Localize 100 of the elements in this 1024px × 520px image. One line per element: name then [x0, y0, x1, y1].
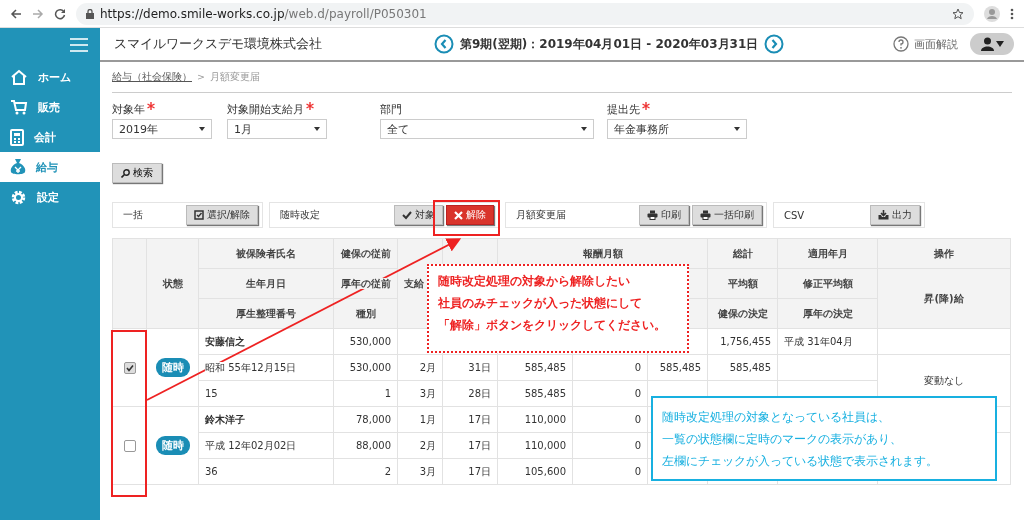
required-icon: [642, 102, 650, 110]
action-button[interactable]: 出力: [870, 205, 920, 225]
sidebar-item[interactable]: 給与: [0, 152, 100, 182]
table-cell: 15: [205, 388, 218, 399]
table-cell: 昭和 55年12月15日: [205, 361, 297, 373]
table-cell: 0: [634, 466, 641, 477]
dropdown-field[interactable]: 年金事務所: [607, 119, 747, 139]
home-icon: [10, 69, 28, 85]
next-icon[interactable]: [764, 34, 785, 54]
table-cell: 585,485: [729, 362, 772, 373]
company-name: スマイルワークスデモ環境株式会社: [114, 35, 323, 53]
back-icon[interactable]: [10, 7, 22, 20]
status-badge: 随時: [155, 358, 190, 377]
column-header: 生年月日: [198, 268, 334, 299]
sidebar-item[interactable]: ホーム: [0, 62, 100, 92]
field-label: 対象開始支給月: [227, 102, 304, 117]
action-label: 月額変更届: [516, 208, 567, 222]
sidebar-label: 給与: [36, 159, 58, 175]
action-label: 随時改定: [280, 208, 321, 222]
table-cell: 0: [634, 440, 641, 451]
reload-icon[interactable]: [54, 7, 66, 20]
status-badge: 随時: [155, 436, 190, 455]
money-bag-icon: [10, 158, 26, 176]
field-label: 提出先: [607, 102, 640, 117]
breadcrumb-link[interactable]: 給与（社会保険）: [112, 71, 192, 84]
help-link[interactable]: 画面解説: [914, 36, 958, 52]
column-header: 厚年の決定: [777, 298, 878, 329]
table-cell: 530,000: [349, 336, 391, 347]
column-header: 厚生整理番号: [198, 298, 334, 329]
user-icon: [980, 37, 994, 51]
user-menu-button[interactable]: [970, 33, 1014, 55]
column-header: 状態: [146, 238, 199, 329]
action-label: 一括: [123, 208, 144, 222]
table-cell: 変動なし: [924, 374, 965, 386]
sidebar-label: 販売: [38, 99, 60, 115]
caret-icon: [734, 127, 740, 131]
previous-icon[interactable]: [434, 34, 454, 54]
row-checkbox[interactable]: [123, 361, 136, 374]
table-cell: 585,485: [524, 362, 566, 373]
help-icon[interactable]: [893, 36, 909, 52]
table-cell: 31日: [468, 361, 491, 373]
lock-icon: [86, 8, 94, 19]
download-tray-icon: [878, 210, 889, 220]
column-header: 被保険者氏名: [198, 238, 334, 269]
table-cell: 110,000: [524, 414, 566, 425]
caret-icon: [581, 127, 587, 131]
sidebar-label: 会計: [34, 129, 56, 145]
sidebar-label: 設定: [37, 189, 59, 205]
star-icon[interactable]: [952, 7, 964, 20]
table-cell: 0: [634, 388, 641, 399]
sidebar-item[interactable]: 設定: [0, 182, 100, 212]
table-cell: 2月: [419, 361, 436, 373]
profile-icon[interactable]: [984, 5, 1000, 22]
table-cell: 17日: [468, 465, 491, 477]
gear-icon: [10, 188, 27, 206]
caret-icon: [995, 41, 1004, 47]
table-cell: 0: [634, 414, 641, 425]
column-header: 健保の従前: [333, 238, 398, 269]
action-button[interactable]: 印刷: [639, 205, 689, 225]
table-cell: 平成 12年02月02日: [205, 439, 297, 451]
action-button[interactable]: 一括印刷: [692, 205, 762, 225]
table-cell: 28日: [468, 387, 491, 399]
column-header: 種別: [333, 298, 398, 329]
sidebar-item[interactable]: 販売: [0, 92, 100, 122]
table-cell: 3月: [419, 387, 436, 399]
field-label: 部門: [380, 102, 402, 117]
sidebar-item[interactable]: 会計: [0, 122, 100, 152]
table-cell: 0: [634, 362, 641, 373]
table-cell: 2月: [419, 439, 436, 451]
table-cell: 17日: [468, 413, 491, 425]
menu-icon[interactable]: [70, 38, 88, 52]
dropdown-field[interactable]: 1月: [227, 119, 327, 139]
table-cell: 1月: [419, 413, 436, 425]
action-button[interactable]: 解除: [446, 205, 494, 225]
dropdown-field[interactable]: 全て: [380, 119, 594, 139]
dropdown-field[interactable]: 2019年: [112, 119, 212, 139]
check-icon: [402, 210, 412, 220]
table-cell: 2: [384, 466, 391, 477]
column-header: 健保の決定: [707, 298, 778, 329]
column-header: 平均額: [707, 268, 778, 299]
table-cell: 鈴木洋子: [205, 413, 245, 425]
period-text: 第9期(翌期)：2019年04月01日 - 2020年03月31日: [460, 35, 759, 53]
column-header: 昇(降)給: [877, 268, 1011, 329]
table-cell: 88,000: [356, 440, 391, 451]
address-bar[interactable]: https://demo.smile-works.co.jp/web.d/payroll/P050301: [76, 2, 974, 25]
caret-icon: [314, 127, 320, 131]
required-icon: [306, 102, 314, 110]
forward-icon[interactable]: [32, 7, 44, 20]
column-header: 総計: [707, 238, 778, 269]
column-header: 修正平均額: [777, 268, 878, 299]
printer-icon: [700, 210, 711, 220]
action-button[interactable]: 対象: [394, 205, 443, 225]
action-button[interactable]: 選択/解除: [185, 205, 258, 225]
more-icon[interactable]: [1010, 7, 1014, 20]
printer-icon: [647, 210, 658, 220]
row-checkbox[interactable]: [123, 439, 136, 452]
search-button[interactable]: 検索: [112, 163, 162, 183]
table-cell: 110,000: [524, 440, 566, 451]
breadcrumb-separator: >: [197, 71, 205, 84]
table-cell: 1: [384, 388, 391, 399]
